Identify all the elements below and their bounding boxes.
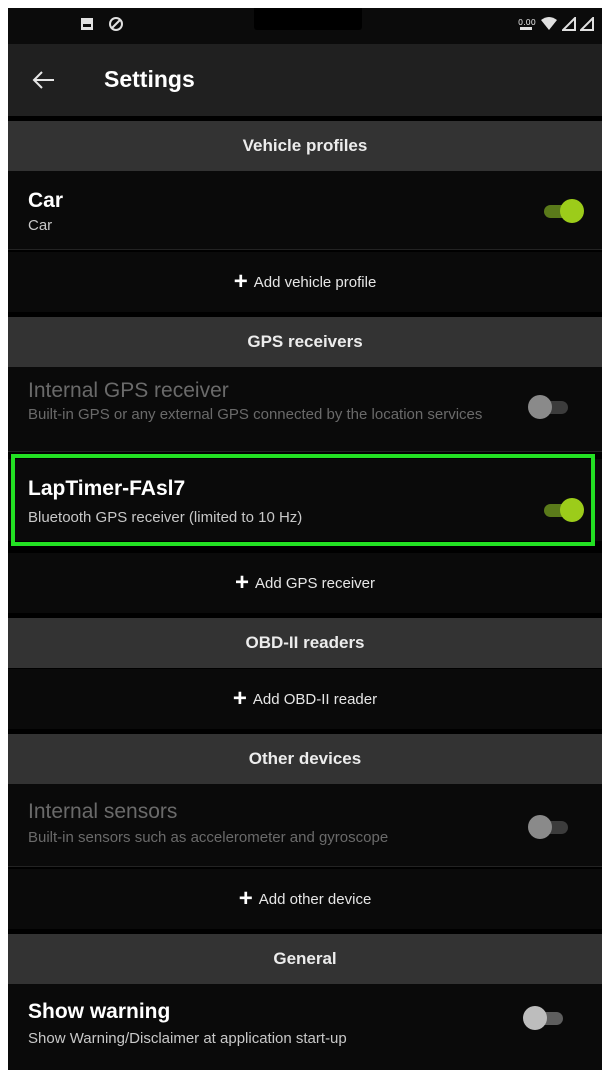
divider	[8, 249, 602, 250]
camera-cutout	[254, 8, 362, 30]
page-title: Settings	[104, 66, 195, 92]
device-internal-sensors[interactable]: Internal sensors Built-in sensors such a…	[8, 784, 602, 866]
image-icon	[81, 18, 93, 30]
gps-receiver-internal[interactable]: Internal GPS receiver Built-in GPS or an…	[8, 367, 602, 451]
add-other-device-button[interactable]: + Add other device	[8, 869, 602, 929]
divider	[8, 866, 602, 867]
row-title: Internal sensors	[28, 800, 178, 823]
row-title: Show warning	[28, 1000, 171, 1023]
row-title: Internal GPS receiver	[28, 379, 229, 402]
add-other-device-label: Add other device	[258, 890, 372, 908]
back-arrow-icon[interactable]	[32, 70, 56, 90]
data-icon: 0.00	[518, 18, 536, 30]
setting-show-warning[interactable]: Show warning Show Warning/Disclaimer at …	[8, 984, 602, 1070]
add-gps-receiver-label: Add GPS receiver	[254, 574, 376, 592]
add-vehicle-profile-label: Add vehicle profile	[253, 273, 377, 291]
add-obd-reader-button[interactable]: + Add OBD-II reader	[8, 669, 602, 729]
section-header-gps-receivers: GPS receivers	[8, 317, 602, 367]
internal-sensors-toggle[interactable]	[528, 815, 572, 839]
row-subtitle: Show Warning/Disclaimer at application s…	[28, 1030, 347, 1047]
vehicle-profile-car[interactable]: Car Car	[8, 171, 602, 249]
highlight-box	[11, 454, 595, 546]
section-header-obd-readers: OBD-II readers	[8, 618, 602, 668]
plus-icon: +	[234, 569, 249, 596]
section-header-other-devices: Other devices	[8, 734, 602, 784]
internal-gps-toggle[interactable]	[528, 395, 572, 419]
add-gps-receiver-button[interactable]: + Add GPS receiver	[8, 553, 602, 613]
plus-icon: +	[232, 685, 247, 712]
signal-icon	[580, 17, 594, 31]
add-vehicle-profile-button[interactable]: + Add vehicle profile	[8, 252, 602, 312]
settings-screen: 0.00 Settings Vehicle profiles Car Car +…	[8, 8, 602, 1070]
svg-text:0.00: 0.00	[518, 18, 536, 27]
row-subtitle: Built-in GPS or any external GPS connect…	[28, 406, 483, 423]
section-header-general: General	[8, 934, 602, 984]
dnd-icon	[109, 17, 123, 31]
row-subtitle: Built-in sensors such as accelerometer a…	[28, 829, 389, 846]
car-toggle[interactable]	[540, 199, 584, 223]
plus-icon: +	[238, 885, 253, 912]
add-obd-reader-label: Add OBD-II reader	[252, 690, 378, 708]
plus-icon: +	[233, 268, 248, 295]
signal-icon	[562, 17, 576, 31]
app-bar: Settings	[8, 44, 602, 116]
row-subtitle: Car	[28, 217, 53, 234]
divider	[8, 451, 602, 452]
wifi-icon	[541, 17, 557, 30]
show-warning-toggle[interactable]	[523, 1006, 567, 1030]
row-title: Car	[28, 189, 64, 212]
section-header-vehicle-profiles: Vehicle profiles	[8, 121, 602, 171]
status-bar: 0.00	[8, 8, 602, 44]
